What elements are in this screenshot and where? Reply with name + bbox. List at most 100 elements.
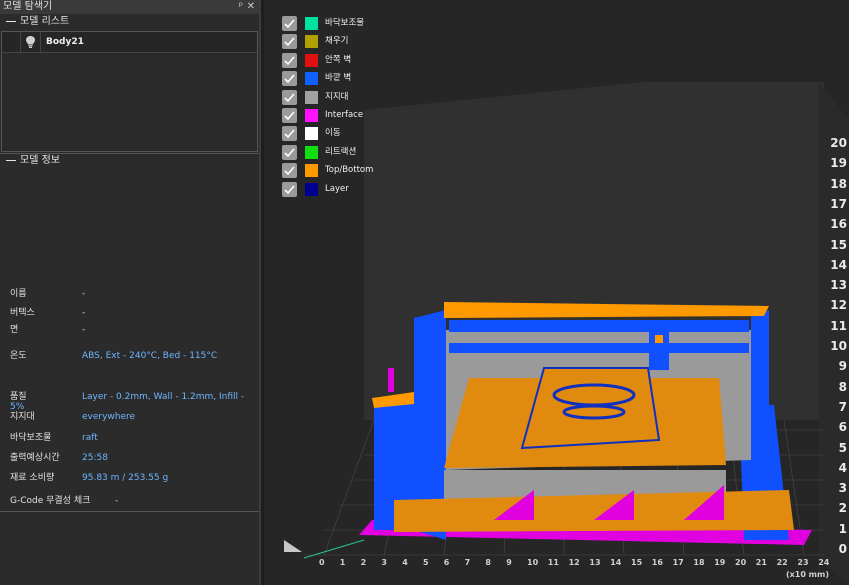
z-axis-tick-label: 2 [838, 501, 847, 516]
x-axis-tick-label: 16 [651, 558, 663, 567]
checkbox[interactable] [282, 71, 297, 87]
info-row-material: 재료 소비량 95.83 m / 253.55 g [10, 470, 168, 483]
x-axis-tick-label: 19 [714, 558, 726, 567]
z-axis-tick-label: 5 [838, 440, 847, 455]
lightbulb-icon[interactable] [26, 36, 35, 48]
info-row-temperature: 온도 ABS, Ext - 240°C, Bed - 115°C [10, 348, 217, 361]
z-axis-tick-label: 0 [838, 542, 847, 556]
model-edge [388, 368, 394, 392]
info-label: 출력예상시간 [10, 453, 60, 463]
x-axis-tick-label: 9 [506, 558, 512, 567]
check-icon [284, 166, 295, 176]
checkbox[interactable] [282, 16, 297, 31]
x-axis-tick-label: 14 [610, 558, 622, 567]
checkbox[interactable] [282, 89, 297, 105]
info-value: - [82, 289, 86, 299]
info-label: 바닥보조물 [10, 433, 52, 443]
checkbox[interactable] [282, 126, 297, 142]
model-list[interactable]: Body21 [1, 31, 258, 152]
z-axis-tick-label: 4 [838, 460, 847, 475]
x-axis-tick-label: 22 [776, 558, 788, 567]
model-info-title: 모델 정보 [20, 155, 60, 166]
x-axis-tick-label: 15 [631, 558, 643, 567]
info-value: - [82, 308, 86, 318]
scene-canvas[interactable] [264, 0, 849, 585]
info-value: 25:58 [82, 453, 108, 463]
info-value: 95.83 m / 253.55 g [82, 473, 169, 483]
z-axis-tick-label: 11 [830, 318, 847, 333]
checkbox[interactable] [282, 144, 297, 160]
info-label: G-Code 무결성 체크 [10, 496, 91, 506]
x-axis-tick-label: 23 [797, 558, 809, 567]
checkbox[interactable] [282, 34, 297, 50]
visibility-cell[interactable] [2, 32, 21, 52]
check-icon [284, 56, 295, 65]
checkbox[interactable] [282, 181, 297, 197]
info-label: 버텍스 [10, 308, 35, 318]
x-axis-tick-label: 13 [589, 558, 601, 567]
info-row-gcode-check: G-Code 무결성 체크 - [10, 493, 118, 506]
info-label: 면 [10, 325, 19, 335]
x-axis-labels: 0 1 2 3 4 5 6 7 8 9 10 11 12 13 14 15 16 17 18 19 20 21 22 23 24 [264, 558, 849, 572]
x-axis-tick-label: 24 [818, 558, 830, 567]
x-axis-tick-label: 5 [423, 558, 429, 567]
check-icon [284, 19, 295, 29]
info-label: 온도 [10, 351, 27, 361]
check-icon [284, 93, 295, 102]
legend-label: 바닥보조물 [325, 18, 365, 28]
view-cube[interactable] [284, 540, 302, 552]
z-axis-tick-label: 9 [838, 359, 847, 374]
x-axis-tick-label: 0 [319, 558, 325, 567]
checkbox[interactable] [282, 163, 297, 179]
info-row-support: 지지대 everywhere [10, 409, 135, 422]
info-label: 품질 [10, 392, 27, 402]
z-axis-tick-label: 16 [830, 217, 847, 232]
model-list-header[interactable]: 모델 리스트 [0, 14, 259, 30]
model-inner-rail [449, 320, 749, 332]
x-axis-tick-label: 2 [360, 558, 367, 567]
legend-swatch [305, 182, 318, 196]
x-axis-tick-label: 10 [527, 558, 539, 567]
legend-swatch [305, 72, 318, 86]
legend-swatch [305, 127, 318, 141]
checkbox[interactable] [282, 107, 297, 123]
x-axis-tick-label: 18 [693, 558, 705, 567]
x-axis-tick-label: 4 [402, 558, 408, 567]
x-axis-tick-label: 17 [672, 558, 684, 567]
z-axis-tick-label: 14 [830, 257, 847, 272]
legend-label: 바깥 벽 [325, 73, 352, 84]
info-value: - [115, 496, 119, 506]
pin-icon[interactable]: ᵖ [239, 0, 243, 14]
gcode-3d-viewport[interactable]: 바닥보조물 채우기 안쪽 벽 바깥 벽 지지대 Interface 이동 리트랙… [264, 0, 849, 585]
model-wall-inner-right [751, 310, 769, 405]
check-icon [284, 74, 295, 84]
list-item[interactable]: Body21 [2, 32, 257, 53]
info-value: ABS, Ext - 240°C, Bed - 115°C [82, 351, 218, 361]
panel-title: 모델 탐색기 [3, 1, 53, 12]
checkbox[interactable] [282, 52, 297, 68]
z-axis-tick-label: 18 [830, 176, 847, 191]
legend-label: Layer [325, 183, 349, 194]
info-row-raft: 바닥보조물 raft [10, 430, 98, 443]
info-row-vertex: 버텍스 - [10, 305, 85, 318]
info-row-name: 이름 - [10, 286, 85, 299]
x-axis-unit: (x10 mm) [785, 570, 829, 579]
divider [0, 511, 259, 512]
check-icon [284, 148, 295, 157]
model-info-header[interactable]: 모델 정보 [0, 153, 265, 169]
x-axis-tick-label: 1 [339, 558, 346, 567]
info-label: 재료 소비량 [10, 473, 55, 483]
close-icon[interactable]: ✕ [247, 0, 255, 14]
z-axis-tick-label: 10 [830, 339, 847, 353]
check-icon [284, 129, 295, 139]
legend-label: Interface [325, 109, 364, 120]
panel-titlebar: 모델 탐색기 ᵖ ✕ [0, 0, 259, 14]
info-label: 지지대 [10, 412, 35, 422]
x-axis-tick-label: 11 [547, 558, 559, 567]
z-axis-tick-label: 15 [830, 237, 847, 252]
legend-swatch [305, 53, 318, 67]
legend-label: 리트랙션 [325, 146, 357, 157]
z-axis-tick-label: 12 [830, 298, 847, 313]
legend-swatch [305, 145, 318, 159]
collapse-icon [6, 20, 16, 22]
